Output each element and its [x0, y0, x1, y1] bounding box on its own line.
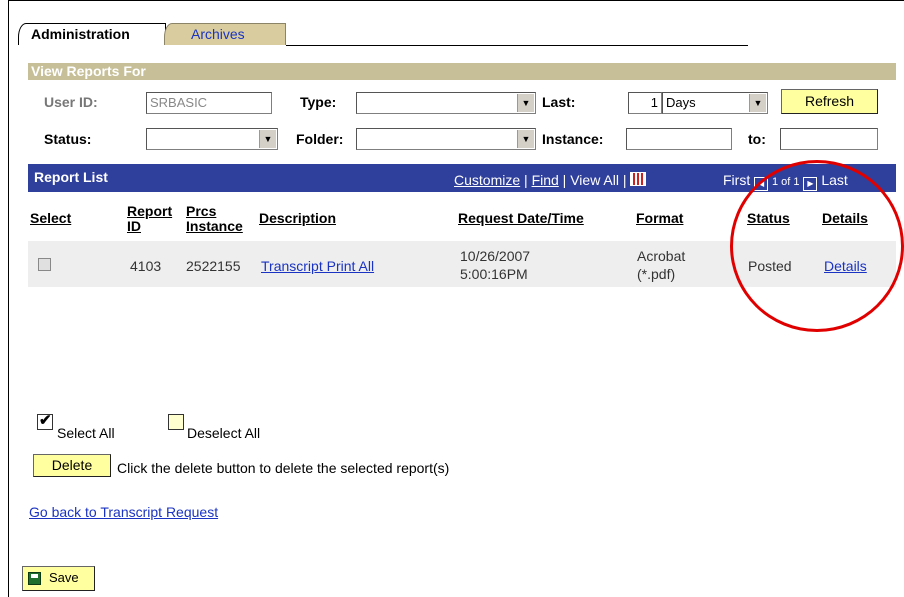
row-format-line2: (*.pdf): [637, 266, 676, 282]
col-prcs-line1: Prcs: [186, 203, 217, 219]
page-frame-top: [8, 0, 904, 1]
status-select[interactable]: ▼: [146, 128, 278, 150]
col-report-id-line2: ID: [127, 218, 141, 234]
row-report-id: 4103: [130, 258, 162, 274]
check-icon: ✔: [39, 412, 52, 429]
row-description-link[interactable]: Transcript Print All: [261, 257, 374, 275]
deselect-all-label[interactable]: Deselect All: [187, 424, 260, 442]
chevron-down-icon[interactable]: ▼: [749, 94, 766, 112]
row-format-line1: Acrobat: [637, 248, 686, 264]
instance-from-field[interactable]: [626, 128, 732, 150]
user-id-field[interactable]: SRBASIC: [146, 92, 272, 114]
last-value-field[interactable]: 1: [628, 92, 662, 114]
tab-archives[interactable]: Archives: [164, 23, 286, 45]
row-request-datetime: 10/26/2007 5:00:16PM: [460, 247, 530, 283]
user-id-label: User ID:: [44, 94, 98, 110]
deselect-all-checkbox[interactable]: [168, 414, 184, 430]
annotation-circle: [730, 160, 904, 332]
customize-link[interactable]: Customize: [454, 172, 520, 188]
save-label: Save: [49, 570, 79, 585]
col-request-datetime[interactable]: Request Date/Time: [458, 211, 584, 226]
col-format[interactable]: Format: [636, 211, 683, 226]
tab-administration[interactable]: Administration: [18, 23, 166, 45]
report-list-title: Report List: [34, 169, 108, 185]
select-all-label[interactable]: Select All: [57, 424, 115, 442]
instance-label: Instance:: [542, 131, 604, 147]
chevron-down-icon[interactable]: ▼: [517, 130, 534, 148]
last-unit-value: Days: [666, 95, 696, 110]
col-prcs-instance[interactable]: Prcs Instance: [186, 204, 243, 234]
tab-underline: [286, 45, 748, 46]
page-frame-left: [8, 0, 9, 597]
col-report-id[interactable]: Report ID: [127, 204, 172, 234]
folder-select[interactable]: ▼: [356, 128, 536, 150]
refresh-button[interactable]: Refresh: [781, 89, 878, 114]
row-date: 10/26/2007: [460, 248, 531, 264]
folder-label: Folder:: [296, 131, 344, 147]
first-link[interactable]: First: [723, 172, 750, 188]
last-label: Last:: [542, 94, 576, 110]
status-label: Status:: [44, 131, 92, 147]
select-all-checkbox[interactable]: ✔: [37, 412, 53, 430]
col-description[interactable]: Description: [259, 211, 336, 226]
delete-button[interactable]: Delete: [33, 454, 111, 477]
grid-toolbar: Customize | Find | View All |: [454, 172, 647, 188]
row-time: 5:00:16PM: [460, 266, 528, 282]
row-select-checkbox[interactable]: [38, 258, 51, 271]
save-button[interactable]: Save: [22, 566, 95, 591]
save-icon: [28, 572, 41, 585]
col-select[interactable]: Select: [30, 211, 71, 226]
col-report-id-line1: Report: [127, 203, 173, 219]
chevron-down-icon[interactable]: ▼: [517, 94, 534, 112]
row-format: Acrobat (*.pdf): [637, 247, 685, 283]
row-prcs-instance: 2522155: [186, 258, 241, 274]
delete-hint: Click the delete button to delete the se…: [117, 460, 450, 476]
spreadsheet-icon[interactable]: [630, 172, 647, 186]
last-unit-select[interactable]: Days ▼: [662, 92, 768, 114]
section-header: View Reports For: [28, 63, 896, 80]
go-back-link[interactable]: Go back to Transcript Request: [29, 503, 218, 521]
find-link[interactable]: Find: [532, 172, 559, 188]
type-select[interactable]: ▼: [356, 92, 536, 114]
to-label: to:: [748, 131, 766, 147]
view-all-link[interactable]: View All: [570, 172, 619, 188]
col-prcs-line2: Instance: [186, 218, 243, 234]
chevron-down-icon[interactable]: ▼: [259, 130, 276, 148]
type-label: Type:: [300, 94, 337, 110]
instance-to-field[interactable]: [780, 128, 878, 150]
